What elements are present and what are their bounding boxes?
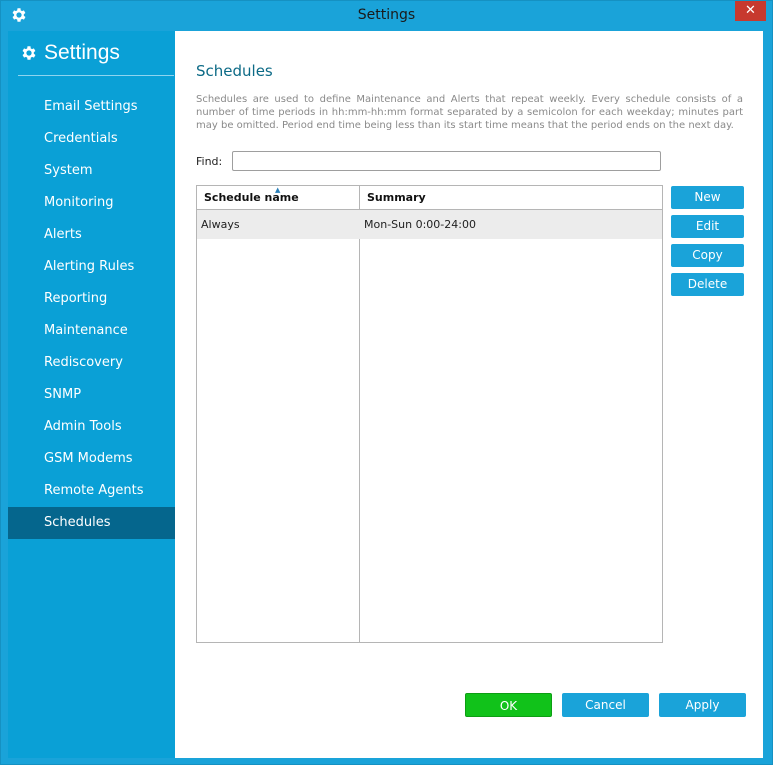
delete-button[interactable]: Delete [671,273,744,296]
sidebar-item-reporting[interactable]: Reporting [8,283,175,315]
find-input[interactable] [232,151,661,171]
close-icon: ✕ [745,3,756,18]
sidebar-header: Settings [18,41,174,76]
ok-button[interactable]: OK [465,693,552,717]
gear-icon [22,46,36,60]
page-title: Schedules [196,62,273,80]
sidebar-item-monitoring[interactable]: Monitoring [8,187,175,219]
sidebar-item-gsm-modems[interactable]: GSM Modems [8,443,175,475]
sidebar-nav: Email Settings Credentials System Monito… [8,91,175,539]
edit-button[interactable]: Edit [671,215,744,238]
sidebar-item-email-settings[interactable]: Email Settings [8,91,175,123]
sidebar-item-snmp[interactable]: SNMP [8,379,175,411]
close-button[interactable]: ✕ [735,1,766,21]
column-header-summary[interactable]: Summary [367,191,426,204]
cell-summary: Mon-Sun 0:00-24:00 [364,218,476,231]
settings-window: Settings ✕ Settings Email Settings Crede… [0,0,773,765]
column-header-schedule-name[interactable]: Schedule name [204,191,299,204]
sidebar-item-maintenance[interactable]: Maintenance [8,315,175,347]
sidebar-item-credentials[interactable]: Credentials [8,123,175,155]
schedules-table[interactable]: ▲ Schedule name Summary Always Mon-Sun 0… [196,185,663,643]
cell-schedule-name: Always [201,218,240,231]
sidebar-item-remote-agents[interactable]: Remote Agents [8,475,175,507]
sidebar: Settings Email Settings Credentials Syst… [8,31,175,758]
cancel-button[interactable]: Cancel [562,693,649,717]
sidebar-item-schedules[interactable]: Schedules [8,507,175,539]
column-divider[interactable] [359,186,360,642]
window-border-bottom [1,758,772,764]
apply-button[interactable]: Apply [659,693,746,717]
content-panel: Schedules Schedules are used to define M… [175,31,763,758]
table-header: ▲ Schedule name Summary [197,186,662,210]
find-label: Find: [196,155,223,168]
sidebar-item-admin-tools[interactable]: Admin Tools [8,411,175,443]
sidebar-item-alerting-rules[interactable]: Alerting Rules [8,251,175,283]
new-button[interactable]: New [671,186,744,209]
window-border-right [763,31,772,758]
sidebar-item-system[interactable]: System [8,155,175,187]
page-description: Schedules are used to define Maintenance… [196,94,743,131]
sidebar-title: Settings [44,41,120,64]
table-row[interactable]: Always Mon-Sun 0:00-24:00 [197,210,662,239]
sidebar-item-alerts[interactable]: Alerts [8,219,175,251]
sidebar-item-rediscovery[interactable]: Rediscovery [8,347,175,379]
title-bar[interactable]: Settings ✕ [1,1,772,31]
copy-button[interactable]: Copy [671,244,744,267]
window-title: Settings [357,7,416,23]
